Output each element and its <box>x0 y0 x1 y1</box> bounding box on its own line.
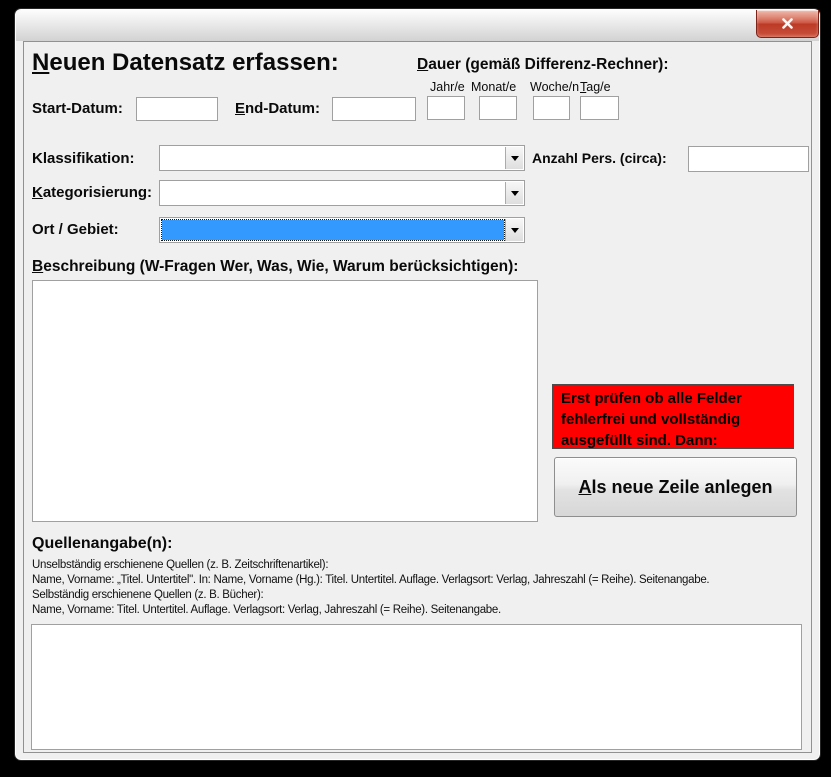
category-dropdown-button[interactable] <box>505 182 523 204</box>
category-label: Kategorisierung: <box>32 184 152 201</box>
location-dropdown-button[interactable] <box>505 219 523 241</box>
duration-months-input[interactable] <box>479 96 517 120</box>
close-button[interactable] <box>756 10 819 38</box>
sources-hint-line: Name, Vorname: „Titel. Untertitel". In: … <box>32 573 709 588</box>
duration-years-input[interactable] <box>427 96 465 120</box>
close-icon <box>781 18 794 29</box>
end-date-input[interactable] <box>332 97 416 121</box>
person-count-label: Anzahl Pers. (circa): <box>532 150 667 166</box>
description-label: Beschreibung (W-Fragen Wer, Was, Wie, Wa… <box>32 258 518 276</box>
chevron-down-icon <box>511 156 519 161</box>
location-selection-highlight <box>162 220 504 240</box>
title-bar[interactable] <box>16 10 819 41</box>
end-date-label: End-Datum: <box>235 100 320 117</box>
sources-textarea[interactable] <box>31 624 802 750</box>
sources-hint-line: Unselbständig erschienene Quellen (z. B.… <box>32 558 328 573</box>
duration-label-years: Jahr/e <box>430 80 465 94</box>
start-date-label: Start-Datum: <box>32 100 123 117</box>
chevron-down-icon <box>511 228 519 233</box>
classification-combobox[interactable] <box>159 145 525 171</box>
person-count-input[interactable] <box>688 146 809 172</box>
validation-warning: Erst prüfen ob alle Felder fehlerfrei un… <box>552 384 794 449</box>
duration-heading: Dauer (gemäß Differenz-Rechner): <box>417 56 669 74</box>
location-label: Ort / Gebiet: <box>32 221 119 238</box>
duration-weeks-input[interactable] <box>533 96 570 120</box>
dialog-window: Neuen Datensatz erfassen: Dauer (gemäß D… <box>14 8 821 761</box>
location-combobox[interactable] <box>159 217 525 243</box>
classification-label: Klassifikation: <box>32 150 135 167</box>
classification-dropdown-button[interactable] <box>505 147 523 169</box>
form-title: Neuen Datensatz erfassen: <box>32 49 339 77</box>
submit-button[interactable]: Als neue Zeile anlegen <box>554 457 797 517</box>
duration-days-input[interactable] <box>580 96 619 120</box>
duration-label-months: Monat/e <box>471 80 516 94</box>
form-client-area: Neuen Datensatz erfassen: Dauer (gemäß D… <box>23 41 812 753</box>
description-textarea[interactable] <box>32 280 538 522</box>
sources-hint-line: Selbständig erschienene Quellen (z. B. B… <box>32 588 263 603</box>
start-date-input[interactable] <box>136 97 218 121</box>
chevron-down-icon <box>511 191 519 196</box>
sources-heading: Quellenangabe(n): <box>32 535 172 553</box>
category-combobox[interactable] <box>159 180 525 206</box>
duration-label-weeks: Woche/n <box>530 80 579 94</box>
duration-label-days: Tag/e <box>580 80 611 94</box>
sources-hint-line: Name, Vorname: Titel. Untertitel. Auflag… <box>32 603 501 618</box>
